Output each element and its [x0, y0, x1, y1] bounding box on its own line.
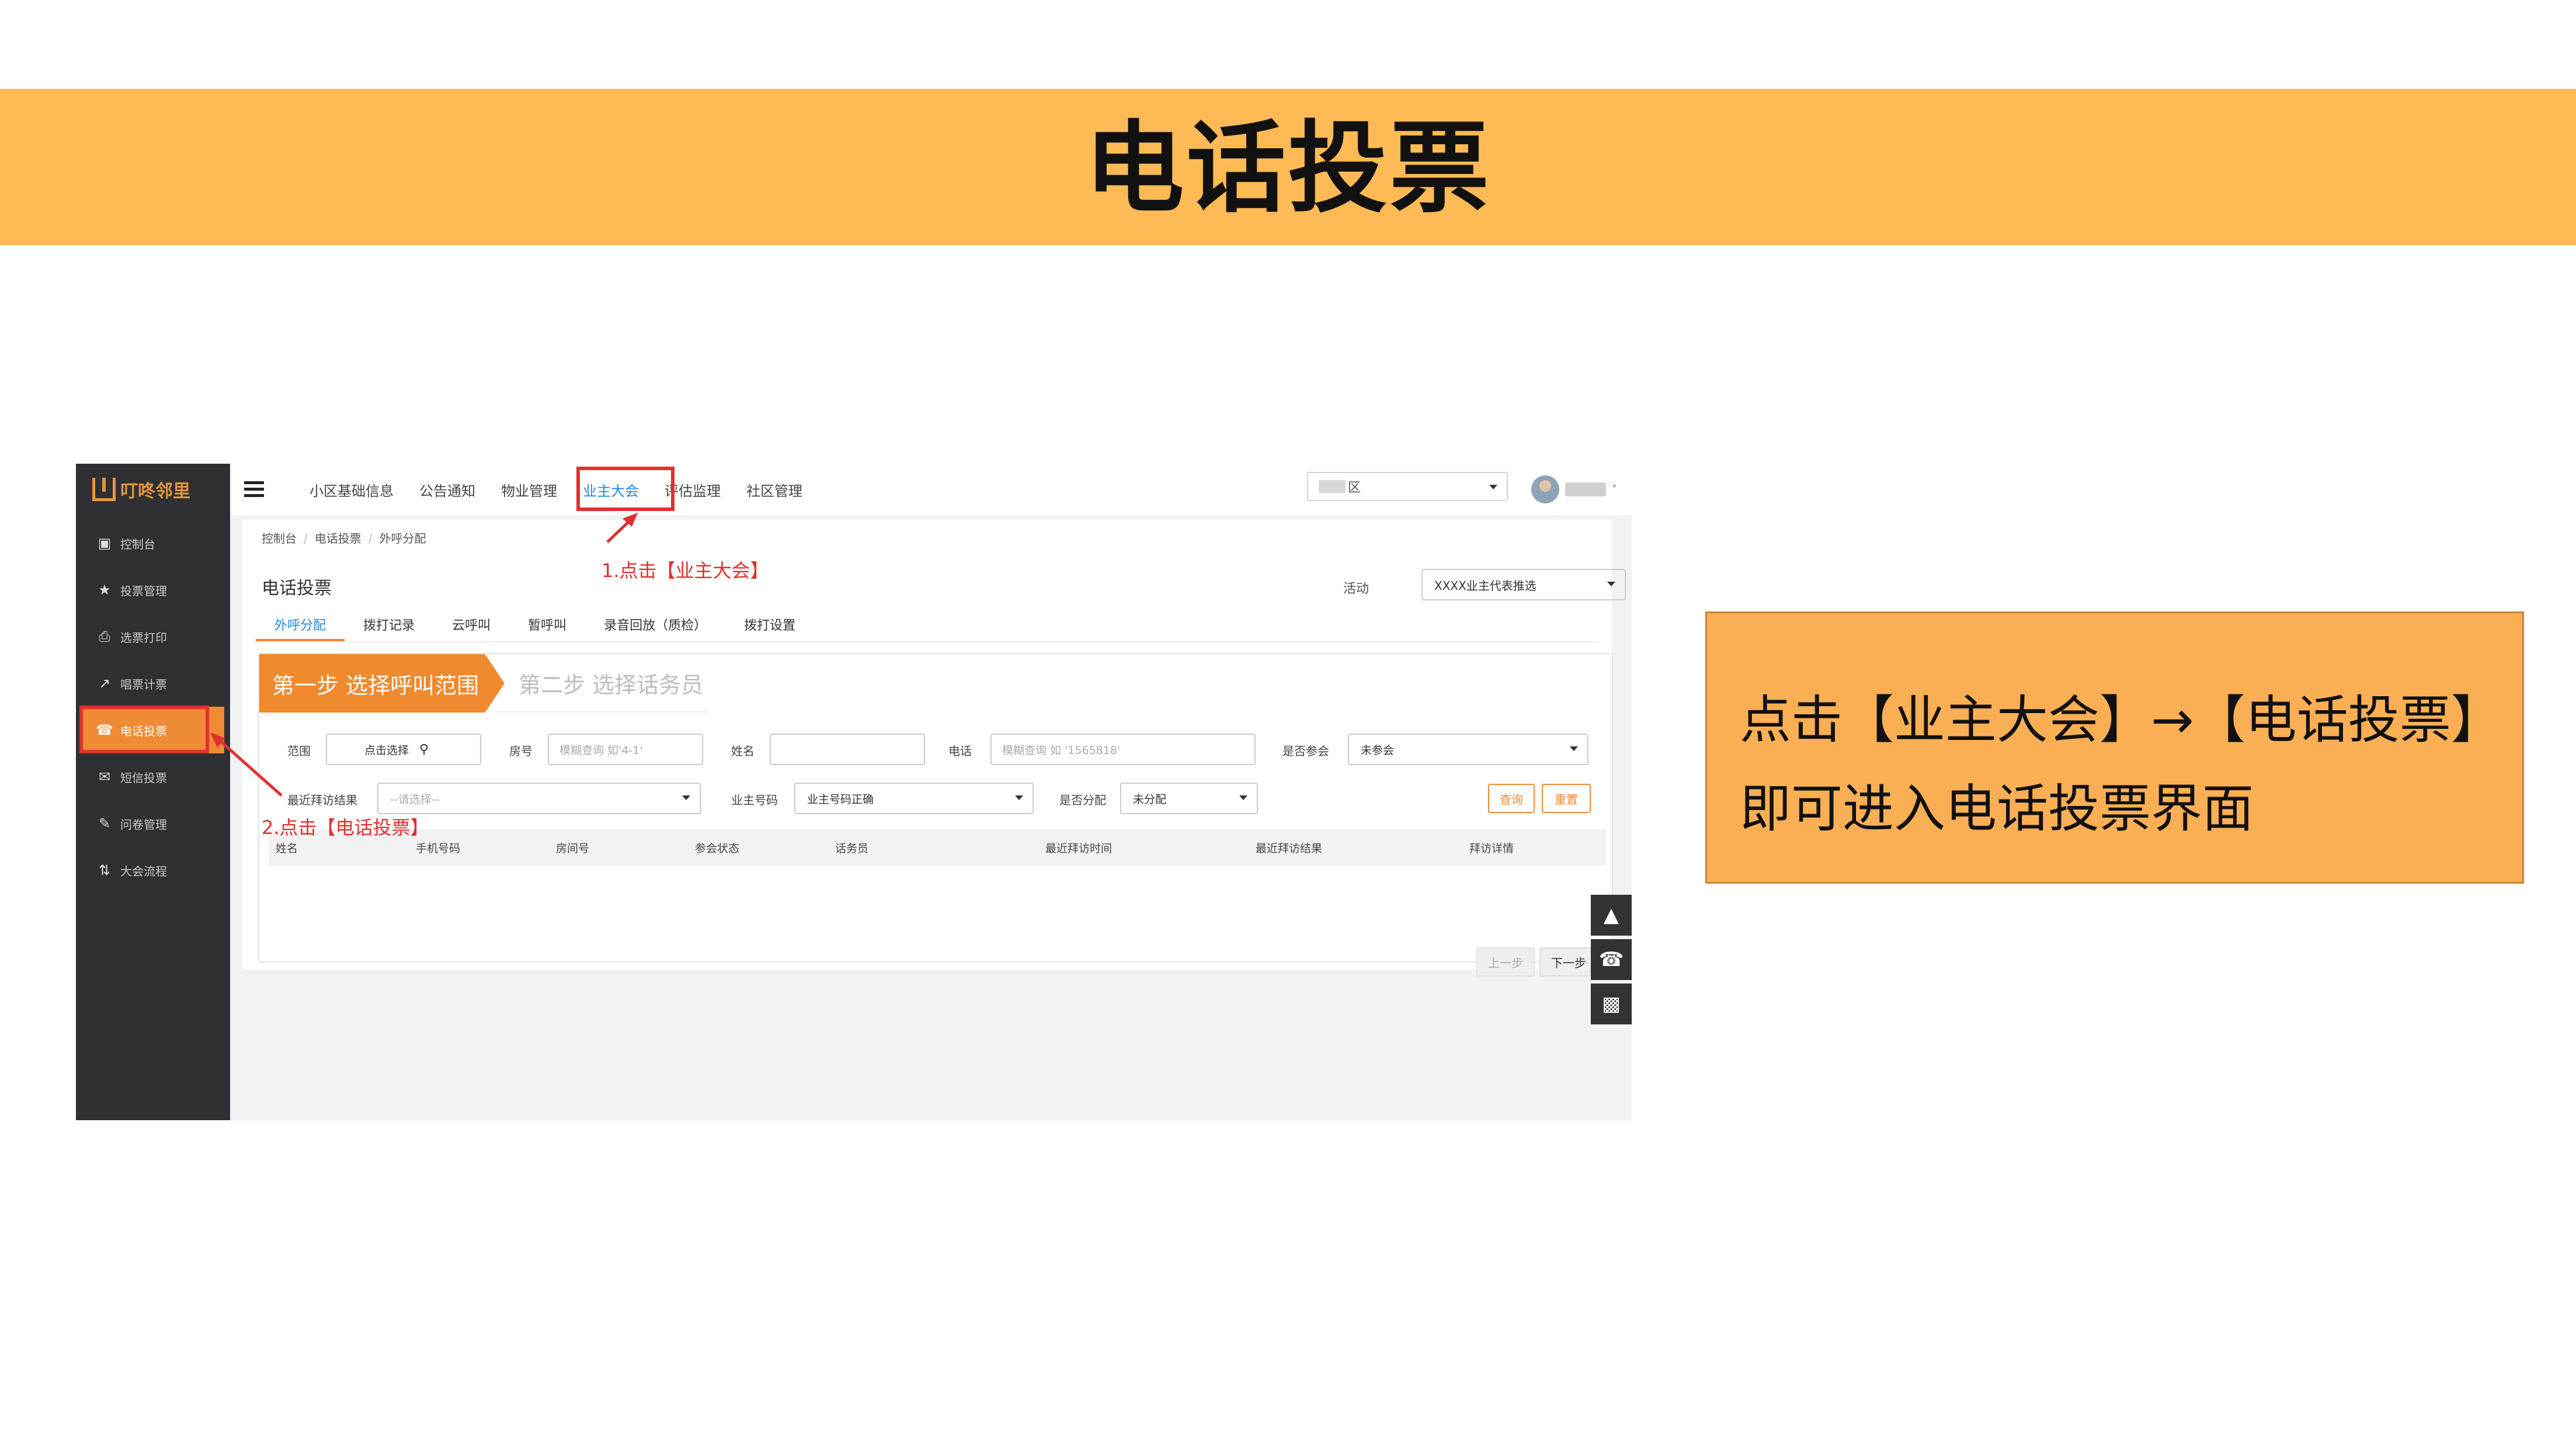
- slide-title: 电话投票: [1084, 111, 1492, 227]
- app-screenshot: 叮咚邻里 ▣ 控制台 ★ 投票管理 ⎙ 选票打印 ↗ 唱票计票 ☎ 电话投票 ✉ 短信投票 …: [76, 464, 1632, 1120]
- annotation-step1: 1.点击【业主大会】: [602, 560, 769, 582]
- callout-line-1: 点击【业主大会】→【电话投票】: [1740, 690, 2502, 750]
- title-banner: 电话投票: [0, 89, 2576, 245]
- annotation-step2: 2.点击【电话投票】: [262, 816, 429, 839]
- annotation-arrows: [210, 513, 638, 797]
- instruction-callout: 点击【业主大会】→【电话投票】 即可进入电话投票界面: [1705, 611, 2524, 884]
- callout-line-2: 即可进入电话投票界面: [1740, 779, 2254, 839]
